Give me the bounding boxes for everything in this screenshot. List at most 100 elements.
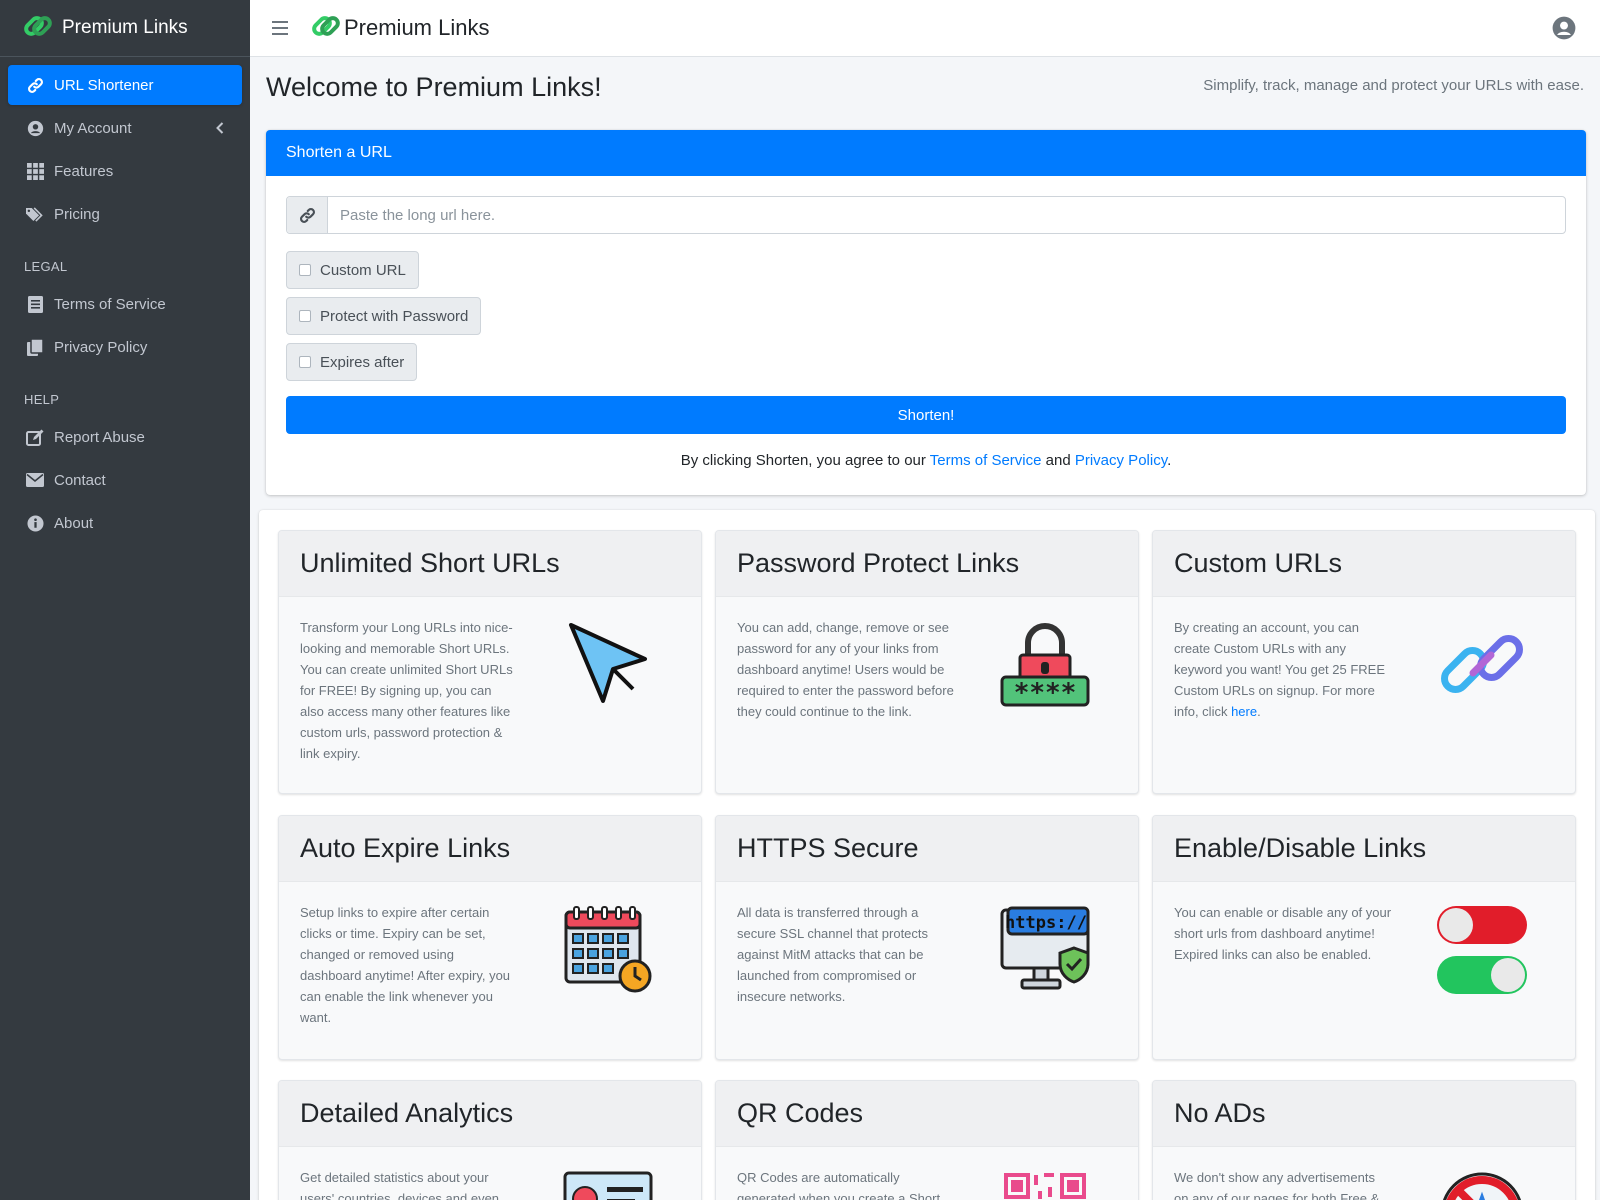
sidebar-item-label: Privacy Policy <box>54 338 148 356</box>
feature-text-suffix: . <box>1257 704 1261 719</box>
password-checkbox[interactable] <box>299 310 311 322</box>
sidebar-item-label: Pricing <box>54 205 100 223</box>
info-icon <box>26 514 44 532</box>
sidebar-item-url-shortener[interactable]: URL Shortener <box>8 65 242 105</box>
chain-logo-icon <box>22 10 54 47</box>
feature-text: Get detailed statistics about your users… <box>300 1170 500 1200</box>
password-label: Protect with Password <box>320 307 469 325</box>
features-section: Unlimited Short URLs Transform your Long… <box>259 510 1595 1200</box>
chevron-left-icon <box>216 121 224 138</box>
https-label: https:// <box>1005 913 1087 933</box>
feature-text: We don't show any advertisements on any … <box>1174 1170 1380 1200</box>
qr-icon <box>1000 1169 1090 1200</box>
feature-text: All data is transferred through a secure… <box>737 905 929 1004</box>
feature-text: You can enable or disable any of your sh… <box>1174 905 1392 962</box>
feature-text: Transform your Long URLs into nice-looki… <box>300 620 513 761</box>
feature-card-https: HTTPS Secure All data is transferred thr… <box>715 815 1139 1060</box>
expires-label: Expires after <box>320 353 405 371</box>
custom-url-checkbox[interactable] <box>299 264 311 276</box>
feature-card-custom: Custom URLs By creating an account, you … <box>1152 530 1576 794</box>
user-menu-icon[interactable] <box>1552 16 1576 45</box>
chain-logo-icon <box>310 10 342 47</box>
feature-card-toggle: Enable/Disable Links You can enable or d… <box>1152 815 1576 1060</box>
cursor-icon <box>563 619 653 709</box>
sidebar-item-label: Terms of Service <box>54 295 166 313</box>
link-icon <box>287 197 328 233</box>
sidebar-item-features[interactable]: Features <box>8 151 242 191</box>
book-icon <box>26 295 44 313</box>
feature-title: Enable/Disable Links <box>1153 816 1575 882</box>
url-input-group <box>286 196 1566 234</box>
feature-title: No ADs <box>1153 1081 1575 1147</box>
https-monitor-icon: https:// <box>1000 904 1090 994</box>
feature-text: By creating an account, you can create C… <box>1174 617 1392 722</box>
sidebar-item-terms[interactable]: Terms of Service <box>8 284 242 324</box>
sidebar: Premium Links URL Shortener My Account F… <box>0 0 250 1200</box>
sidebar-item-report-abuse[interactable]: Report Abuse <box>8 417 242 457</box>
page-title: Welcome to Premium Links! <box>266 72 602 102</box>
feature-title: Detailed Analytics <box>279 1081 701 1147</box>
chain-icon <box>1437 619 1527 709</box>
sidebar-item-my-account[interactable]: My Account <box>8 108 242 148</box>
topbar: Premium Links <box>250 0 1600 57</box>
shorten-button[interactable]: Shorten! <box>286 396 1566 434</box>
custom-url-option[interactable]: Custom URL <box>286 251 419 289</box>
password-option[interactable]: Protect with Password <box>286 297 482 335</box>
menu-toggle-icon[interactable] <box>272 21 288 35</box>
topbar-title: Premium Links <box>344 15 490 40</box>
sidebar-brand[interactable]: Premium Links <box>0 0 250 57</box>
feature-title: Unlimited Short URLs <box>279 531 701 597</box>
sidebar-item-label: Contact <box>54 471 106 489</box>
sidebar-item-label: About <box>54 514 94 532</box>
sidebar-item-about[interactable]: About <box>8 503 242 543</box>
shorten-card: Shorten a URL Custom URL Protect with Pa… <box>266 130 1586 495</box>
feature-card-expire: Auto Expire Links Setup links to expire … <box>278 815 702 1060</box>
sidebar-item-label: Report Abuse <box>54 428 145 446</box>
feature-title: QR Codes <box>716 1081 1138 1147</box>
sidebar-item-privacy[interactable]: Privacy Policy <box>8 327 242 367</box>
feature-title: Custom URLs <box>1153 531 1575 597</box>
sidebar-item-label: My Account <box>54 119 132 137</box>
sidebar-nav: URL Shortener My Account Features Pricin… <box>0 57 250 543</box>
sidebar-item-label: URL Shortener <box>54 76 154 94</box>
feature-card-qr: QR Codes QR Codes are automatically gene… <box>715 1080 1139 1200</box>
feature-title: HTTPS Secure <box>716 816 1138 882</box>
user-circle-icon <box>26 119 44 137</box>
padlock-icon: **** <box>1000 619 1090 709</box>
feature-text-body: By creating an account, you can create C… <box>1174 620 1386 719</box>
privacy-link[interactable]: Privacy Policy <box>1075 452 1167 469</box>
sidebar-header-help: HELP <box>24 392 60 407</box>
link-icon <box>26 76 44 94</box>
page-tagline: Simplify, track, manage and protect your… <box>1203 77 1584 94</box>
shorten-card-header: Shorten a URL <box>266 130 1586 176</box>
long-url-input[interactable] <box>328 197 1565 233</box>
tags-icon <box>26 205 44 223</box>
feature-title: Auto Expire Links <box>279 816 701 882</box>
copy-icon <box>26 338 44 356</box>
feature-text: QR Codes are automatically generated whe… <box>737 1170 941 1200</box>
no-ads-icon <box>1437 1169 1527 1200</box>
terms-link[interactable]: Terms of Service <box>930 452 1042 469</box>
agreement-text: By clicking Shorten, you agree to our Te… <box>266 452 1586 469</box>
feature-text: Setup links to expire after certain clic… <box>300 905 511 1025</box>
sidebar-item-pricing[interactable]: Pricing <box>8 194 242 234</box>
expires-option[interactable]: Expires after <box>286 343 418 381</box>
agreement-and: and <box>1041 452 1075 469</box>
here-link[interactable]: here <box>1231 704 1257 719</box>
custom-url-label: Custom URL <box>320 261 406 279</box>
edit-icon <box>26 428 44 446</box>
sidebar-item-label: Features <box>54 162 114 180</box>
svg-text:****: **** <box>1014 678 1077 708</box>
agreement-suffix: . <box>1167 452 1172 469</box>
feature-card-no-ads: No ADs We don't show any advertisements … <box>1152 1080 1576 1200</box>
feature-card-unlimited: Unlimited Short URLs Transform your Long… <box>278 530 702 794</box>
sidebar-item-contact[interactable]: Contact <box>8 460 242 500</box>
sidebar-header-legal: LEGAL <box>24 259 68 274</box>
envelope-icon <box>26 471 44 489</box>
grid-icon <box>26 162 44 180</box>
topbar-brand[interactable]: Premium Links <box>310 10 489 47</box>
expires-checkbox[interactable] <box>299 356 311 368</box>
brand-name: Premium Links <box>62 17 188 38</box>
feature-card-analytics: Detailed Analytics Get detailed statisti… <box>278 1080 702 1200</box>
toggle-icon <box>1437 904 1527 994</box>
